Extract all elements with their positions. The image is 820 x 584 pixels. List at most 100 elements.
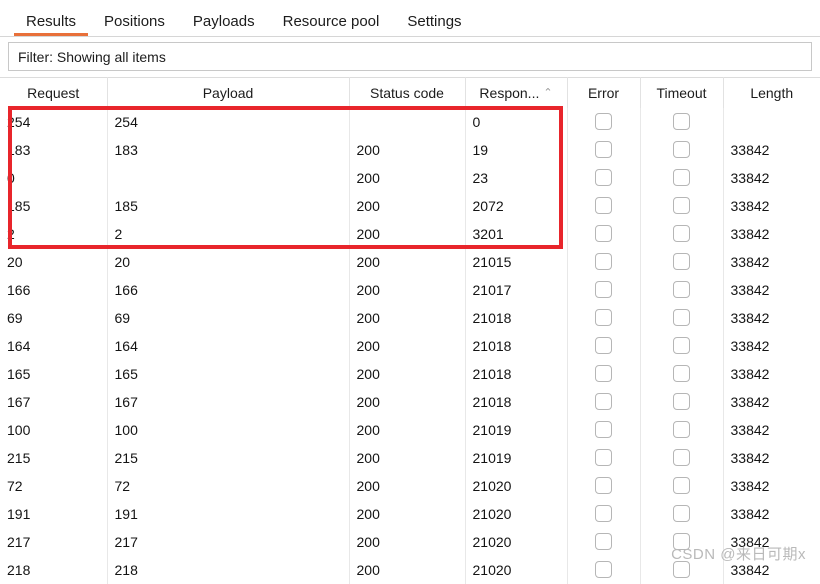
error-checkbox[interactable] xyxy=(595,533,612,551)
table-row[interactable]: 72 72 200 21020 33842 xyxy=(0,471,820,500)
cell-payload: 166 xyxy=(107,275,350,304)
table-row[interactable]: 20 20 200 21015 33842 xyxy=(0,247,820,276)
table-row[interactable]: 165 165 200 21018 33842 xyxy=(0,359,820,388)
cell-request: 167 xyxy=(0,387,108,416)
column-header-error[interactable]: Error xyxy=(567,77,641,108)
error-checkbox[interactable] xyxy=(595,281,612,299)
cell-request: 166 xyxy=(0,275,108,304)
timeout-checkbox[interactable] xyxy=(673,421,690,439)
error-checkbox[interactable] xyxy=(595,393,612,411)
cell-timeout xyxy=(640,135,724,164)
sort-ascending-icon: ⌃ xyxy=(543,86,553,99)
cell-payload: 185 xyxy=(107,191,350,220)
timeout-checkbox[interactable] xyxy=(673,449,690,467)
cell-status-code: 200 xyxy=(349,387,466,416)
error-checkbox[interactable] xyxy=(595,169,612,187)
error-checkbox[interactable] xyxy=(595,477,612,495)
cell-status-code: 200 xyxy=(349,163,466,192)
error-checkbox[interactable] xyxy=(595,449,612,467)
error-checkbox[interactable] xyxy=(595,141,612,159)
table-row[interactable]: 185 185 200 2072 33842 xyxy=(0,191,820,220)
table-row[interactable]: 164 164 200 21018 33842 xyxy=(0,331,820,360)
column-header-status[interactable]: Status code xyxy=(349,77,466,108)
error-checkbox[interactable] xyxy=(595,253,612,271)
table-body: 254 254 0 183 183 200 19 33842 0 200 23 33842 185 185… xyxy=(0,107,820,584)
table-row[interactable]: 166 166 200 21017 33842 xyxy=(0,275,820,304)
tab-positions[interactable]: Positions xyxy=(90,14,179,36)
cell-response-received: 21017 xyxy=(465,275,568,304)
cell-response-received: 23 xyxy=(465,163,568,192)
timeout-checkbox[interactable] xyxy=(673,365,690,383)
table-row[interactable]: 215 215 200 21019 33842 xyxy=(0,443,820,472)
cell-response-received: 21020 xyxy=(465,527,568,556)
timeout-checkbox[interactable] xyxy=(673,477,690,495)
cell-timeout xyxy=(640,471,724,500)
tab-settings[interactable]: Settings xyxy=(393,14,475,36)
error-checkbox[interactable] xyxy=(595,113,612,131)
error-checkbox[interactable] xyxy=(595,421,612,439)
cell-status-code: 200 xyxy=(349,247,466,276)
table-row[interactable]: 167 167 200 21018 33842 xyxy=(0,387,820,416)
timeout-checkbox[interactable] xyxy=(673,393,690,411)
cell-payload: 167 xyxy=(107,387,350,416)
cell-request: 215 xyxy=(0,443,108,472)
table-row[interactable]: 254 254 0 xyxy=(0,107,820,136)
cell-status-code: 200 xyxy=(349,219,466,248)
error-checkbox[interactable] xyxy=(595,505,612,523)
cell-error xyxy=(567,163,641,192)
cell-payload: 69 xyxy=(107,303,350,332)
error-checkbox[interactable] xyxy=(595,225,612,243)
timeout-checkbox[interactable] xyxy=(673,281,690,299)
error-checkbox[interactable] xyxy=(595,309,612,327)
cell-payload: 165 xyxy=(107,359,350,388)
column-header-label: Length xyxy=(750,84,794,101)
timeout-checkbox[interactable] xyxy=(673,253,690,271)
filter-bar-container: Filter: Showing all items xyxy=(0,37,820,75)
cell-status-code: 200 xyxy=(349,331,466,360)
column-header-length[interactable]: Length xyxy=(723,77,820,108)
timeout-checkbox[interactable] xyxy=(673,169,690,187)
column-header-response[interactable]: Respon... ⌃ xyxy=(465,77,568,108)
timeout-checkbox[interactable] xyxy=(673,197,690,215)
cell-payload: 20 xyxy=(107,247,350,276)
cell-error xyxy=(567,191,641,220)
cell-status-code: 200 xyxy=(349,135,466,164)
timeout-checkbox[interactable] xyxy=(673,309,690,327)
column-header-label: Payload xyxy=(202,84,254,101)
column-header-timeout[interactable]: Timeout xyxy=(640,77,724,108)
cell-timeout xyxy=(640,443,724,472)
tab-results[interactable]: Results xyxy=(12,14,90,36)
column-header-request[interactable]: Request xyxy=(0,77,108,108)
cell-request: 20 xyxy=(0,247,108,276)
cell-status-code: 200 xyxy=(349,471,466,500)
table-row[interactable]: 69 69 200 21018 33842 xyxy=(0,303,820,332)
error-checkbox[interactable] xyxy=(595,197,612,215)
table-row[interactable]: 183 183 200 19 33842 xyxy=(0,135,820,164)
cell-length: 33842 xyxy=(730,477,770,494)
cell-response-received: 21019 xyxy=(465,443,568,472)
column-header-payload[interactable]: Payload xyxy=(107,77,350,108)
cell-status-code: 200 xyxy=(349,191,466,220)
tab-payloads[interactable]: Payloads xyxy=(179,14,269,36)
error-checkbox[interactable] xyxy=(595,365,612,383)
cell-payload: 72 xyxy=(107,471,350,500)
table-row[interactable]: 0 200 23 33842 xyxy=(0,163,820,192)
column-header-label: Timeout xyxy=(656,84,707,101)
table-row[interactable]: 2 2 200 3201 33842 xyxy=(0,219,820,248)
tab-resource-pool[interactable]: Resource pool xyxy=(269,14,394,36)
timeout-checkbox[interactable] xyxy=(673,225,690,243)
timeout-checkbox[interactable] xyxy=(673,505,690,523)
filter-bar[interactable]: Filter: Showing all items xyxy=(8,42,812,71)
timeout-checkbox[interactable] xyxy=(673,141,690,159)
results-table: Request Payload Status code Respon... ⌃ Error… xyxy=(0,77,820,584)
cell-length: 33842 xyxy=(730,337,770,354)
timeout-checkbox[interactable] xyxy=(673,337,690,355)
cell-length: 33842 xyxy=(730,281,770,298)
timeout-checkbox[interactable] xyxy=(673,113,690,131)
cell-payload: 191 xyxy=(107,499,350,528)
cell-status-code: 200 xyxy=(349,443,466,472)
table-row[interactable]: 191 191 200 21020 33842 xyxy=(0,499,820,528)
error-checkbox[interactable] xyxy=(595,337,612,355)
cell-response-received: 21020 xyxy=(465,499,568,528)
table-row[interactable]: 100 100 200 21019 33842 xyxy=(0,415,820,444)
